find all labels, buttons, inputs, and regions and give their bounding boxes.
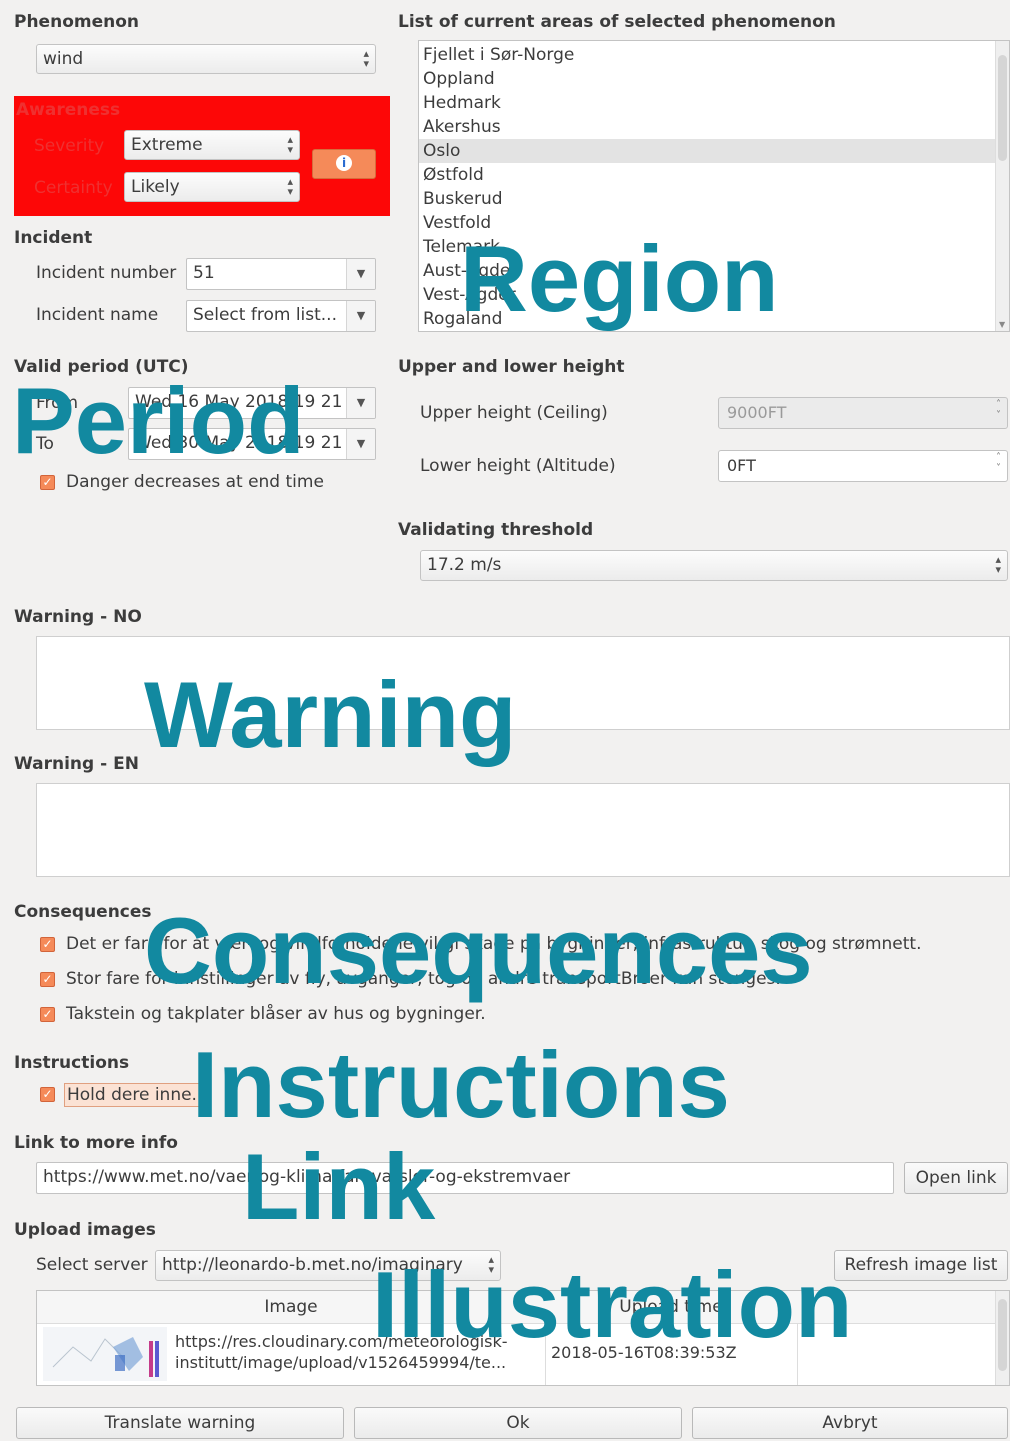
ok-button[interactable]: Ok (354, 1407, 682, 1439)
threshold-value: 17.2 m/s (427, 555, 502, 575)
scrollbar-thumb[interactable] (998, 55, 1007, 161)
incident-name-label: Incident name (36, 305, 159, 325)
lower-height-label: Lower height (Altitude) (420, 456, 616, 476)
images-scrollbar[interactable] (995, 1291, 1009, 1385)
awareness-heading: Awareness (16, 100, 121, 120)
updown-arrows-icon[interactable]: ˄ ˅ (996, 452, 1001, 474)
upper-height-value: 9000FT (727, 403, 787, 422)
overlay-label-consequences: Consequences (144, 898, 813, 1003)
link-input[interactable]: https://www.met.no/vaer-og-klima/farevar… (36, 1162, 894, 1194)
consequence-checkbox[interactable]: ✓ (40, 972, 55, 987)
phenomenon-select[interactable]: wind ▴ ▾ (36, 44, 376, 74)
overlay-label-link: Link (242, 1134, 436, 1239)
warning-no-heading: Warning - NO (14, 607, 142, 627)
area-list-item[interactable]: Buskerud (419, 187, 1009, 211)
incident-number-label: Incident number (36, 263, 177, 283)
overlay-label-period: Period (12, 368, 305, 473)
incident-heading: Incident (14, 228, 93, 248)
upper-height-spinbox[interactable]: 9000FT ˄ ˅ (718, 397, 1008, 429)
awareness-panel: Awareness Severity Extreme ▴ ▾ Certainty … (14, 96, 390, 216)
warning-en-heading: Warning - EN (14, 754, 139, 774)
instructions-heading: Instructions (14, 1053, 130, 1073)
danger-decreases-label: Danger decreases at end time (66, 472, 324, 492)
incident-number-combo[interactable]: 51 ▼ (186, 258, 376, 290)
height-heading: Upper and lower height (398, 357, 625, 377)
lower-height-value: 0FT (727, 456, 756, 475)
translate-warning-button[interactable]: Translate warning (16, 1407, 344, 1439)
instruction-text: Hold dere inne. (64, 1083, 200, 1107)
map-thumbnail-icon (43, 1327, 167, 1381)
chevron-down-icon[interactable]: ▼ (999, 320, 1005, 329)
certainty-value: Likely (131, 177, 180, 197)
danger-decreases-checkbox[interactable]: ✓ (40, 475, 55, 490)
updown-arrows-icon: ▴ ▾ (287, 175, 293, 198)
updown-arrows-icon[interactable]: ˄ ˅ (996, 399, 1001, 421)
overlay-label-instructions: Instructions (192, 1032, 730, 1137)
incident-name-value: Select from list... (193, 305, 337, 325)
area-list-item[interactable]: Oslo (419, 139, 1009, 163)
chevron-down-icon[interactable]: ▼ (346, 301, 375, 331)
updown-arrows-icon: ▴ ▾ (287, 133, 293, 156)
threshold-select[interactable]: 17.2 m/s ▴ ▾ (420, 550, 1008, 581)
cancel-button[interactable]: Avbryt (692, 1407, 1008, 1439)
consequence-text: Takstein og takplater blåser av hus og b… (66, 1004, 486, 1024)
area-list-item[interactable]: Oppland (419, 67, 1009, 91)
consequence-checkbox[interactable]: ✓ (40, 1007, 55, 1022)
scrollbar-thumb[interactable] (998, 1299, 1007, 1371)
upper-height-label: Upper height (Ceiling) (420, 403, 608, 423)
severity-label: Severity (34, 136, 105, 156)
area-list-item[interactable]: Fjellet i Sør-Norge (419, 43, 1009, 67)
certainty-label: Certainty (34, 178, 113, 198)
area-list-item[interactable]: Østfold (419, 163, 1009, 187)
updown-arrows-icon: ▴ ▾ (363, 47, 369, 70)
area-list-item[interactable]: Akershus (419, 115, 1009, 139)
phenomenon-value: wind (43, 49, 84, 69)
refresh-image-list-button[interactable]: Refresh image list (834, 1250, 1008, 1281)
server-label: Select server (36, 1255, 148, 1275)
overlay-label-illustration: Illustration (372, 1252, 853, 1357)
instruction-checkbox[interactable]: ✓ (40, 1087, 55, 1102)
areas-scrollbar[interactable]: ▼ (995, 41, 1009, 331)
certainty-select[interactable]: Likely ▴ ▾ (124, 172, 300, 202)
consequence-checkbox[interactable]: ✓ (40, 937, 55, 952)
info-icon: i (336, 155, 352, 171)
incident-name-combo[interactable]: Select from list... ▼ (186, 300, 376, 332)
chevron-down-icon[interactable]: ▼ (346, 388, 375, 418)
image-thumbnail (43, 1327, 167, 1381)
areas-heading: List of current areas of selected phenom… (398, 12, 836, 32)
threshold-heading: Validating threshold (398, 520, 594, 540)
consequences-heading: Consequences (14, 902, 152, 922)
overlay-label-warning: Warning (144, 662, 517, 767)
upload-heading: Upload images (14, 1220, 156, 1240)
overlay-label-region: Region (460, 226, 779, 331)
phenomenon-heading: Phenomenon (14, 12, 140, 32)
severity-value: Extreme (131, 135, 203, 155)
updown-arrows-icon: ▴ ▾ (995, 553, 1001, 576)
lower-height-spinbox[interactable]: 0FT ˄ ˅ (718, 450, 1008, 482)
incident-number-value: 51 (193, 263, 215, 283)
link-heading: Link to more info (14, 1133, 178, 1153)
warning-en-textarea[interactable] (36, 783, 1010, 877)
severity-select[interactable]: Extreme ▴ ▾ (124, 130, 300, 160)
chevron-down-icon[interactable]: ▼ (346, 429, 375, 459)
open-link-button[interactable]: Open link (904, 1162, 1008, 1194)
info-button[interactable]: i (312, 149, 376, 179)
chevron-down-icon[interactable]: ▼ (346, 259, 375, 289)
area-list-item[interactable]: Hedmark (419, 91, 1009, 115)
